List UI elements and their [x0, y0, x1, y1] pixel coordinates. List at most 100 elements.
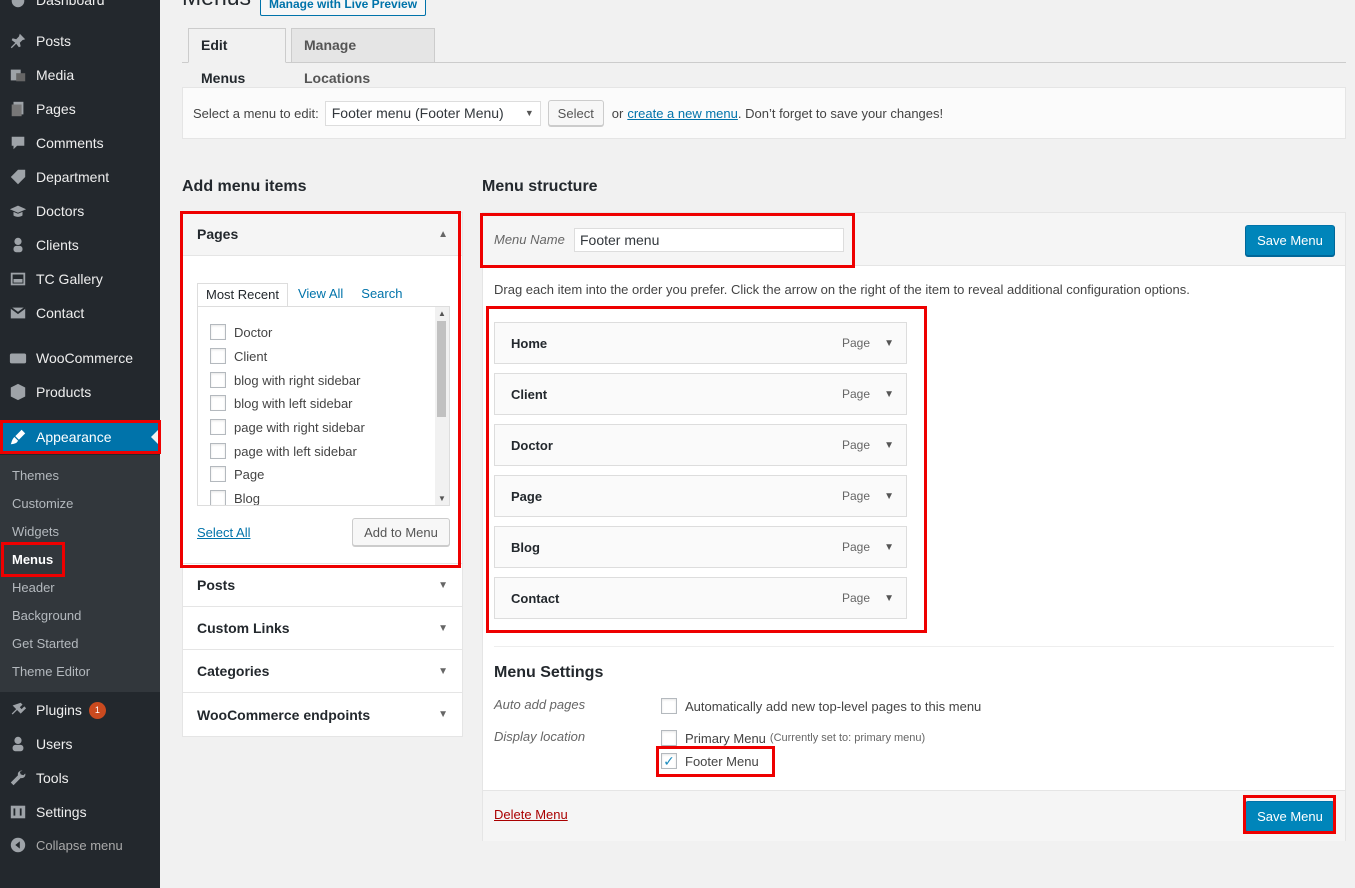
sidebar-item-users[interactable]: Users: [0, 727, 160, 761]
submenu-background[interactable]: Background: [12, 608, 81, 623]
sidebar-item-department[interactable]: Department: [0, 160, 160, 194]
expand-arrow-icon[interactable]: ▼: [884, 593, 894, 604]
sidebar-item-doctors[interactable]: Doctors: [0, 194, 160, 228]
submenu-header[interactable]: Header: [12, 580, 55, 595]
expand-arrow-icon[interactable]: ▼: [884, 491, 894, 502]
menu-item-home[interactable]: Home Page ▼: [494, 322, 907, 364]
submenu-menus[interactable]: Menus: [12, 552, 53, 567]
add-to-menu-button[interactable]: Add to Menu: [352, 518, 450, 546]
select-all-link[interactable]: Select All: [197, 525, 250, 540]
menu-structure-panel: Menu Name Footer menu Save Menu Drag eac…: [482, 212, 1346, 841]
section-title: Custom Links: [197, 620, 290, 636]
sidebar-item-clients[interactable]: Clients: [0, 228, 160, 262]
woocommerce-endpoints-section-header[interactable]: WooCommerce endpoints ▼: [183, 693, 462, 736]
scroll-up-icon[interactable]: ▲: [438, 309, 446, 318]
sidebar-item-appearance[interactable]: Appearance: [0, 420, 160, 454]
pages-section-header[interactable]: Pages ▲: [183, 213, 462, 256]
expand-arrow-icon[interactable]: ▼: [884, 389, 894, 400]
settings-icon: [0, 803, 36, 821]
list-item[interactable]: Blog: [210, 489, 260, 505]
section-title: WooCommerce endpoints: [197, 706, 371, 723]
sidebar-item-comments[interactable]: Comments: [0, 126, 160, 160]
footer-menu-option[interactable]: ✓ Footer Menu: [661, 752, 759, 770]
sidebar-item-products[interactable]: Products: [0, 375, 160, 409]
sidebar-item-contact[interactable]: Contact: [0, 296, 160, 330]
checklist-scrollbar[interactable]: ▲ ▼: [435, 307, 449, 505]
settings-divider: [494, 646, 1334, 647]
checkbox[interactable]: [661, 698, 677, 714]
checkmark-icon: ✓: [663, 753, 675, 769]
checkbox[interactable]: [210, 419, 226, 435]
custom-links-section-header[interactable]: Custom Links ▼: [183, 607, 462, 650]
list-item-label: page with left sidebar: [234, 443, 357, 459]
menu-item-page[interactable]: Page Page ▼: [494, 475, 907, 517]
menu-select-dropdown[interactable]: Footer menu (Footer Menu) ▼: [324, 100, 541, 126]
checkbox[interactable]: [210, 443, 226, 459]
submenu-get-started[interactable]: Get Started: [12, 636, 78, 651]
submenu-customize[interactable]: Customize: [12, 496, 73, 511]
list-item[interactable]: blog with right sidebar: [210, 371, 360, 389]
expand-arrow-icon[interactable]: ▼: [884, 440, 894, 451]
list-item[interactable]: Doctor: [210, 323, 272, 341]
menu-item-doctor[interactable]: Doctor Page ▼: [494, 424, 907, 466]
sidebar-item-settings[interactable]: Settings: [0, 795, 160, 829]
checkbox[interactable]: [210, 490, 226, 505]
sidebar-item-pages[interactable]: Pages: [0, 92, 160, 126]
sidebar-item-tc-gallery[interactable]: TC Gallery: [0, 262, 160, 296]
scrollbar-thumb[interactable]: [437, 321, 446, 417]
primary-menu-option[interactable]: Primary Menu (Currently set to: primary …: [661, 729, 925, 747]
checkbox[interactable]: [210, 324, 226, 340]
list-item[interactable]: Client: [210, 347, 267, 365]
expand-arrow-icon[interactable]: ▼: [884, 542, 894, 553]
sidebar-item-label: Appearance: [36, 429, 112, 445]
sidebar-item-label: Pages: [36, 101, 76, 117]
submenu-widgets[interactable]: Widgets: [12, 524, 59, 539]
collapse-menu-button[interactable]: Collapse menu: [0, 828, 160, 862]
list-item[interactable]: page with right sidebar: [210, 418, 365, 436]
tab-view-all[interactable]: View All: [290, 283, 351, 307]
menu-name-input[interactable]: Footer menu: [574, 228, 844, 252]
tab-most-recent[interactable]: Most Recent: [197, 283, 288, 307]
sidebar-item-tools[interactable]: Tools: [0, 761, 160, 795]
save-menu-button-top[interactable]: Save Menu: [1245, 225, 1335, 256]
tab-search[interactable]: Search: [353, 283, 410, 307]
list-item-label: Client: [234, 348, 268, 364]
live-preview-button[interactable]: Manage with Live Preview: [260, 0, 427, 16]
list-item[interactable]: page with left sidebar: [210, 442, 357, 460]
scroll-down-icon[interactable]: ▼: [438, 494, 446, 503]
checked-checkbox[interactable]: ✓: [661, 753, 677, 769]
checkbox[interactable]: [210, 348, 226, 364]
posts-section-header[interactable]: Posts ▼: [183, 564, 462, 607]
submenu-theme-editor[interactable]: Theme Editor: [12, 664, 90, 679]
sidebar-item-media[interactable]: Media: [0, 58, 160, 92]
tab-edit-menus[interactable]: Edit Menus: [188, 28, 286, 86]
sidebar-item-plugins[interactable]: Plugins 1: [0, 693, 160, 727]
list-item[interactable]: blog with left sidebar: [210, 394, 353, 412]
menu-item-contact[interactable]: Contact Page ▼: [494, 577, 907, 619]
categories-section-header[interactable]: Categories ▼: [183, 650, 462, 693]
menu-item-client[interactable]: Client Page ▼: [494, 373, 907, 415]
sidebar-item-woocommerce[interactable]: WooCommerce: [0, 341, 160, 375]
select-button[interactable]: Select: [547, 100, 604, 126]
checkbox[interactable]: [210, 466, 226, 482]
sidebar-item-posts[interactable]: Posts: [0, 24, 160, 58]
sidebar-item-dashboard[interactable]: Dashboard: [0, 0, 160, 17]
list-item[interactable]: Page: [210, 465, 264, 483]
selected-menu: Footer menu (Footer Menu): [331, 105, 504, 121]
checkbox[interactable]: [210, 395, 226, 411]
checkbox[interactable]: [210, 372, 226, 388]
tab-manage-locations[interactable]: Manage Locations: [291, 28, 435, 86]
list-item-label: Page: [234, 466, 265, 482]
auto-add-pages-option[interactable]: Automatically add new top-level pages to…: [661, 697, 981, 715]
section-title: Categories: [197, 663, 270, 679]
menu-item-title: Page: [511, 488, 543, 504]
menu-item-blog[interactable]: Blog Page ▼: [494, 526, 907, 568]
create-new-menu-link[interactable]: create a new menu: [627, 106, 738, 121]
submenu-themes[interactable]: Themes: [12, 468, 59, 483]
checkbox[interactable]: [661, 730, 677, 746]
sidebar-item-label: Dashboard: [36, 0, 105, 8]
expand-arrow-icon[interactable]: ▼: [884, 338, 894, 349]
save-menu-button-bottom[interactable]: Save Menu: [1245, 801, 1335, 832]
menu-item-title: Doctor: [511, 437, 553, 453]
delete-menu-link[interactable]: Delete Menu: [494, 807, 568, 822]
